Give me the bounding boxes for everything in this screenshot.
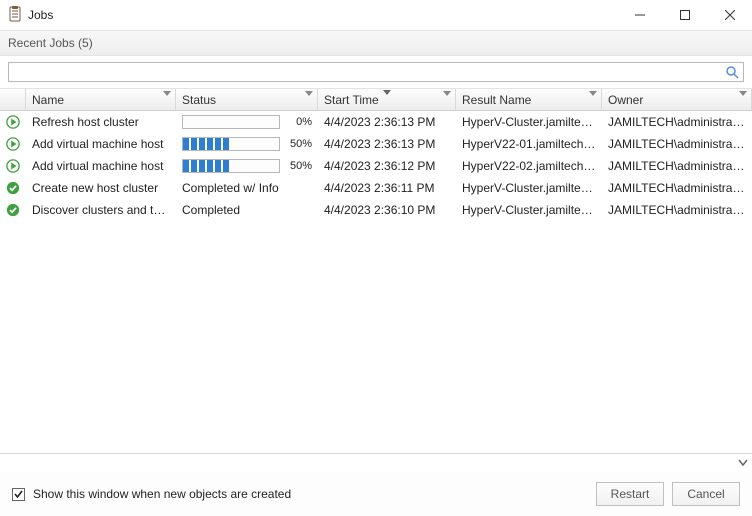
col-header-name[interactable]: Name [26,89,176,110]
job-owner: JAMILTECH\administrator [602,203,752,217]
col-label: Start Time [324,93,379,107]
app-icon [8,6,22,25]
job-name: Create new host cluster [26,181,176,195]
job-owner: JAMILTECH\administrator [602,159,752,173]
job-result-name: HyperV22-02.jamiltech.l... [456,159,602,173]
job-status: Completed [176,203,318,217]
col-label: Result Name [462,93,531,107]
play-circle-icon [0,158,26,174]
col-label: Owner [608,93,643,107]
job-result-name: HyperV-Cluster.jamiltec... [456,203,602,217]
job-start-time: 4/4/2023 2:36:13 PM [318,137,456,151]
job-name: Add virtual machine host [26,137,176,151]
chevron-down-icon[interactable] [589,96,597,110]
job-owner: JAMILTECH\administrator [602,115,752,129]
job-start-time: 4/4/2023 2:36:13 PM [318,115,456,129]
search-input[interactable] [8,62,744,82]
window-controls [617,0,752,30]
chevron-down-icon[interactable] [305,96,313,110]
restart-button[interactable]: Restart [596,482,664,506]
job-start-time: 4/4/2023 2:36:11 PM [318,181,456,195]
job-result-name: HyperV-Cluster.jamiltec... [456,115,602,129]
chevron-down-icon[interactable] [739,96,747,110]
maximize-button[interactable] [662,0,707,30]
sort-desc-icon [383,90,391,95]
table-row[interactable]: Refresh host cluster 0% 4/4/2023 2:36:13 P… [0,111,752,133]
table-body: Refresh host cluster 0% 4/4/2023 2:36:13 P… [0,111,752,453]
job-start-time: 4/4/2023 2:36:10 PM [318,203,456,217]
check-circle-icon [0,202,26,218]
job-result-name: HyperV22-01.jamiltech.l... [456,137,602,151]
table-row[interactable]: Add virtual machine host 50% 4/4/2023 2:36… [0,133,752,155]
job-owner: JAMILTECH\administrator [602,137,752,151]
job-name: Discover clusters and th... [26,203,176,217]
col-label: Status [182,93,216,107]
table-row[interactable]: Add virtual machine host 50% 4/4/2023 2:36… [0,155,752,177]
progress-bar [182,159,280,173]
recent-jobs-header: Recent Jobs (5) [0,30,752,56]
progress-percent: 50% [284,138,312,150]
job-result-name: HyperV-Cluster.jamiltec... [456,181,602,195]
jobs-window: Jobs Recent Jobs (5) Name Status [0,0,752,516]
show-window-label: Show this window when new objects are cr… [33,487,291,501]
job-status: Completed w/ Info [176,181,318,195]
col-header-icon[interactable] [0,89,26,110]
chevron-down-icon[interactable] [163,96,171,110]
job-start-time: 4/4/2023 2:36:12 PM [318,159,456,173]
chevron-down-icon[interactable] [443,96,451,110]
job-status: 0% [176,115,318,129]
jobs-table: Name Status Start Time Result Name Owner [0,89,752,454]
window-title: Jobs [28,8,53,22]
col-header-result-name[interactable]: Result Name [456,89,602,110]
col-header-owner[interactable]: Owner [602,89,752,110]
table-header: Name Status Start Time Result Name Owner [0,89,752,111]
progress-bar [182,115,280,129]
job-status: 50% [176,159,318,173]
check-circle-icon [0,180,26,196]
progress-percent: 0% [284,116,312,128]
col-header-start-time[interactable]: Start Time [318,89,456,110]
table-row[interactable]: Discover clusters and th...Completed4/4/… [0,199,752,221]
close-button[interactable] [707,0,752,30]
play-circle-icon [0,114,26,130]
job-name: Refresh host cluster [26,115,176,129]
titlebar: Jobs [0,0,752,30]
search-icon [725,65,739,82]
scrollbar-region [0,454,752,472]
progress-percent: 50% [284,160,312,172]
footer: Show this window when new objects are cr… [0,472,752,516]
table-row[interactable]: Create new host clusterCompleted w/ Info… [0,177,752,199]
play-circle-icon [0,136,26,152]
job-name: Add virtual machine host [26,159,176,173]
col-header-status[interactable]: Status [176,89,318,110]
job-owner: JAMILTECH\administrator [602,181,752,195]
show-window-checkbox[interactable] [12,488,25,501]
progress-bar [182,137,280,151]
cancel-button[interactable]: Cancel [672,482,740,506]
col-label: Name [32,93,64,107]
minimize-button[interactable] [617,0,662,30]
scroll-down-icon[interactable] [736,455,750,472]
recent-jobs-label: Recent Jobs (5) [8,36,93,50]
job-status: 50% [176,137,318,151]
searchbar-container [0,56,752,89]
